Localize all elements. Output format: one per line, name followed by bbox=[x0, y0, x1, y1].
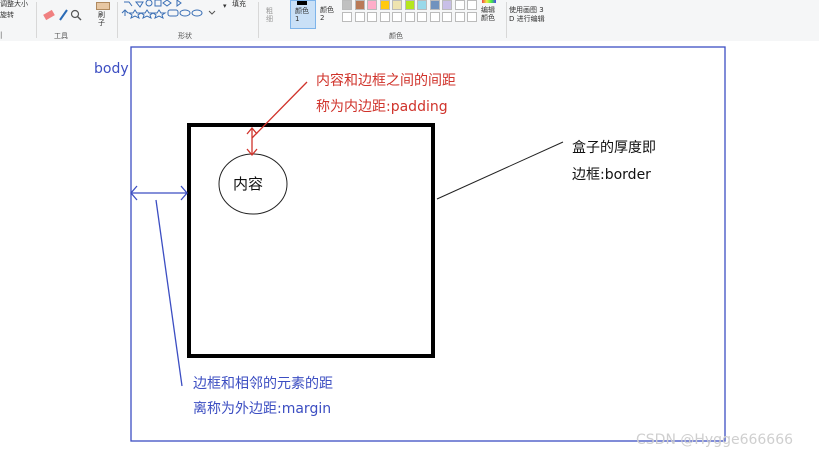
color2-label: 颜色 2 bbox=[320, 6, 334, 22]
palette-swatch-empty[interactable] bbox=[442, 12, 452, 22]
palette-swatch-empty[interactable] bbox=[354, 12, 365, 22]
border-note-line2: 边框:border bbox=[572, 167, 651, 183]
ribbon-separator bbox=[36, 2, 37, 38]
shape-icon[interactable] bbox=[154, 0, 162, 7]
margin-note-line1: 边框和相邻的元素的距 bbox=[193, 376, 333, 392]
callout-icon[interactable] bbox=[167, 9, 179, 17]
palette-swatch-empty[interactable] bbox=[392, 12, 402, 22]
color1-swatch bbox=[297, 1, 307, 5]
drawing-canvas[interactable]: body 内容 内容和边框之间的间距 称为内边距:padding 盒子的厚度即 … bbox=[0, 41, 819, 460]
border-pointer bbox=[436, 141, 564, 200]
chevron-down-icon[interactable] bbox=[208, 10, 216, 15]
eraser-icon[interactable] bbox=[43, 9, 55, 21]
border-note-line1: 盒子的厚度即 bbox=[572, 140, 656, 156]
palette-swatch[interactable] bbox=[342, 0, 352, 10]
color-palette bbox=[342, 0, 482, 24]
palette-swatch[interactable] bbox=[367, 0, 377, 10]
palette-swatch[interactable] bbox=[392, 0, 402, 10]
padding-note-line2: 称为内边距:padding bbox=[316, 99, 448, 115]
up-arrow-icon[interactable] bbox=[121, 9, 129, 16]
palette-swatch[interactable] bbox=[442, 0, 452, 10]
palette-swatch[interactable] bbox=[454, 0, 465, 10]
colors-group-label: 颜色 bbox=[389, 32, 403, 40]
palette-swatch-empty[interactable] bbox=[454, 12, 465, 22]
shape-icon[interactable] bbox=[162, 0, 172, 7]
palette-swatch-empty[interactable] bbox=[417, 12, 427, 22]
shape-icon[interactable] bbox=[124, 1, 133, 7]
palette-swatch-empty[interactable] bbox=[429, 12, 440, 22]
palette-swatch-empty[interactable] bbox=[367, 12, 377, 22]
group-divider-label: | bbox=[0, 31, 3, 39]
palette-swatch-empty[interactable] bbox=[379, 12, 390, 22]
edit-colors-button[interactable]: 编辑颜色 bbox=[479, 0, 503, 28]
shape-icon[interactable] bbox=[176, 0, 182, 7]
content-label: 内容 bbox=[233, 175, 264, 193]
palette-swatch-empty[interactable] bbox=[404, 12, 415, 22]
star-icon[interactable] bbox=[127, 9, 143, 19]
padding-note-line1: 内容和边框之间的间距 bbox=[316, 73, 456, 89]
border-box bbox=[187, 123, 435, 358]
palette-swatch[interactable] bbox=[404, 0, 415, 10]
margin-note-line2: 离称为外边距:margin bbox=[193, 401, 332, 417]
size-button[interactable]: 粗细 bbox=[266, 7, 274, 23]
csdn-watermark: CSDN @Hygge666666 bbox=[636, 432, 794, 448]
shape-icon[interactable] bbox=[145, 0, 153, 7]
brushes-label: 刷子 bbox=[98, 11, 105, 27]
palette-swatch-empty[interactable] bbox=[342, 12, 352, 22]
shapes-group-label: 形状 bbox=[178, 32, 192, 40]
palette-swatch[interactable] bbox=[467, 0, 477, 10]
shape-icon[interactable] bbox=[134, 1, 144, 8]
edit-colors-label: 编辑颜色 bbox=[481, 6, 495, 22]
ribbon-separator bbox=[117, 2, 118, 38]
resize-button[interactable]: 调整大小 bbox=[0, 0, 28, 8]
paint3d-line2[interactable]: D 进行编辑 bbox=[509, 15, 545, 23]
margin-pointer bbox=[155, 199, 183, 387]
palette-swatch[interactable] bbox=[379, 0, 390, 10]
color1-label: 颜色 1 bbox=[295, 7, 309, 23]
palette-swatch[interactable] bbox=[429, 0, 440, 10]
palette-swatch-empty[interactable] bbox=[467, 12, 477, 22]
palette-swatch[interactable] bbox=[417, 0, 427, 10]
color1-button[interactable]: 颜色 1 bbox=[290, 0, 316, 29]
shapes-gallery[interactable] bbox=[121, 0, 221, 24]
star-icon[interactable] bbox=[151, 9, 167, 19]
body-label: body bbox=[94, 61, 129, 77]
callout-icon[interactable] bbox=[191, 9, 203, 17]
paint3d-line1[interactable]: 使用画图 3 bbox=[509, 6, 544, 14]
ribbon-separator bbox=[258, 2, 259, 38]
ribbon-separator bbox=[506, 2, 507, 38]
brush-icon bbox=[96, 2, 110, 10]
color2-button[interactable]: 颜色 2 bbox=[316, 0, 338, 27]
paint-ribbon: 调整大小 旋转 工具 刷子 ▾ 填充 形状 粗细 颜色 1 颜色 2 编辑颜色 … bbox=[0, 0, 819, 42]
rotate-button[interactable]: 旋转 bbox=[0, 11, 14, 19]
star-icon[interactable] bbox=[139, 9, 155, 19]
padding-pointer bbox=[251, 81, 308, 139]
color-picker-icon[interactable] bbox=[59, 9, 68, 21]
palette-icon bbox=[482, 0, 496, 3]
fill-button[interactable]: 填充 bbox=[232, 0, 246, 8]
callout-icon[interactable] bbox=[179, 9, 191, 17]
palette-swatch[interactable] bbox=[354, 0, 365, 10]
outline-dropdown-icon[interactable]: ▾ bbox=[223, 2, 227, 10]
tools-group-label: 工具 bbox=[54, 32, 68, 40]
brushes-button[interactable]: 刷子 bbox=[92, 2, 112, 30]
magnifier-icon[interactable] bbox=[70, 9, 82, 21]
